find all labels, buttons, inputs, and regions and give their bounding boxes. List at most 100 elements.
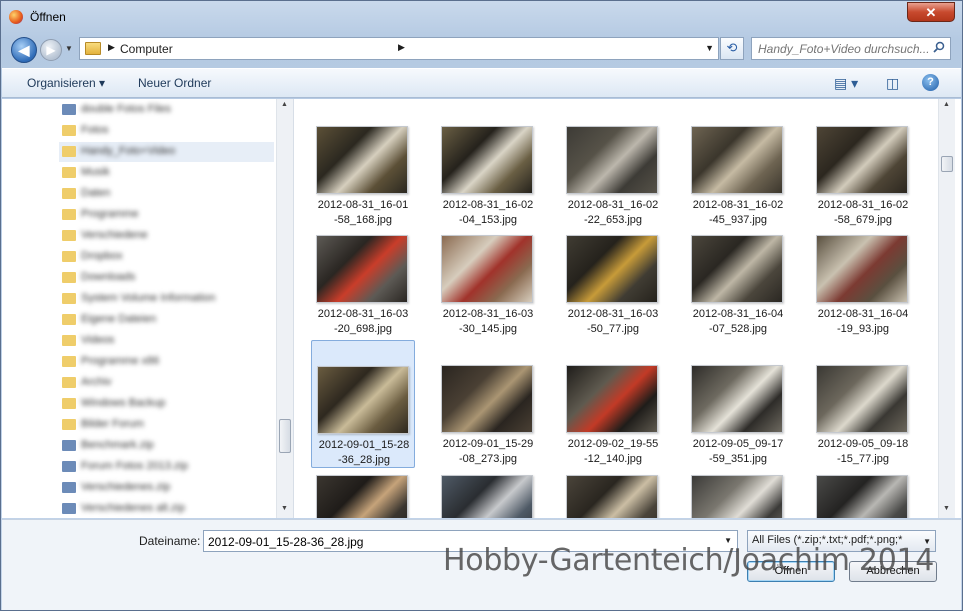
title-bar[interactable]: Öffnen ✕ xyxy=(1,1,962,33)
navigation-bar: ◀ ▶ ▼ ▶ Computer ▶ ▼ ⟲ xyxy=(1,35,962,65)
photo-thumbnail xyxy=(566,235,658,303)
sidebar-item-label: Benchmark.zip xyxy=(81,439,154,451)
sidebar-item-label: Eigene Dateien xyxy=(81,313,157,325)
file-tile[interactable]: 2012-09-05_09-18 -15_77.jpg xyxy=(811,340,915,468)
scroll-up-icon[interactable]: ▲ xyxy=(943,101,950,108)
file-tile[interactable]: 2012-08-31_16-03 -20_698.jpg xyxy=(311,210,415,338)
file-list-scrollbar[interactable]: ▲ ▼ xyxy=(938,99,955,518)
sidebar-item[interactable]: Eigene Dateien xyxy=(59,310,274,330)
photo-thumbnail xyxy=(441,235,533,303)
sidebar-item-label: Downloads xyxy=(81,271,136,283)
sidebar-item[interactable]: Archiv xyxy=(59,373,274,393)
folder-icon xyxy=(62,230,76,241)
sidebar-item[interactable]: Forum Fotos 2013.zip xyxy=(59,457,274,477)
file-tile[interactable]: 2012-08-31_16-04 -07_528.jpg xyxy=(686,210,790,338)
sidebar-item[interactable]: Musik xyxy=(59,163,274,183)
scroll-down-icon[interactable]: ▼ xyxy=(943,505,950,512)
file-tile[interactable] xyxy=(311,450,415,518)
folder-icon xyxy=(62,293,76,304)
file-tile[interactable] xyxy=(811,450,915,518)
sidebar-item[interactable]: Dropbox xyxy=(59,247,274,267)
sidebar-item[interactable]: Programme xyxy=(59,205,274,225)
file-tile[interactable]: 2012-08-31_16-03 -30_145.jpg xyxy=(436,210,540,338)
sidebar-item-label: Daten xyxy=(81,187,111,199)
scrollbar-thumb[interactable] xyxy=(279,419,291,453)
sidebar-item[interactable]: Handy_Foto+Video xyxy=(59,142,274,162)
search-box[interactable] xyxy=(751,37,951,60)
sidebar-item[interactable]: Windows Backup xyxy=(59,394,274,414)
forward-arrow-icon[interactable]: ▶ xyxy=(40,39,62,61)
new-folder-button[interactable]: Neuer Ordner xyxy=(138,76,211,90)
search-input[interactable] xyxy=(758,41,930,56)
sidebar-item[interactable]: System Volume Information xyxy=(59,289,274,309)
folder-icon xyxy=(85,42,101,55)
folder-icon xyxy=(62,419,76,430)
file-tile[interactable]: 2012-09-01_15-28 -36_28.jpg xyxy=(311,340,415,468)
sidebar-item[interactable]: double Fotos Files xyxy=(59,100,274,120)
address-bar[interactable]: ▶ Computer ▶ ▼ xyxy=(79,37,719,60)
sidebar-item-label: Fotos xyxy=(81,124,109,136)
folder-icon xyxy=(62,314,76,325)
photo-thumbnail xyxy=(441,365,533,433)
preview-pane-icon[interactable]: ◫ xyxy=(886,75,899,92)
file-tile[interactable]: 2012-09-02_19-55 -12_140.jpg xyxy=(561,340,665,468)
photo-thumbnail xyxy=(316,475,408,518)
sidebar-item[interactable]: Bilder Forum xyxy=(59,415,274,435)
folder-icon xyxy=(62,209,76,220)
sidebar-item[interactable]: Downloads xyxy=(59,268,274,288)
folder-icon xyxy=(62,356,76,367)
sidebar-item[interactable]: Verschiedenes alt.zip xyxy=(59,499,274,519)
file-icon xyxy=(62,104,76,115)
file-tile[interactable] xyxy=(561,450,665,518)
close-button[interactable]: ✕ xyxy=(907,2,955,22)
sidebar-item[interactable]: Programme x86 xyxy=(59,352,274,372)
photo-thumbnail xyxy=(691,235,783,303)
sidebar-item[interactable]: Videos xyxy=(59,331,274,351)
open-file-dialog: Öffnen ✕ ◀ ▶ ▼ ▶ Computer ▶ ▼ ⟲ Organisi… xyxy=(0,0,963,611)
file-tile[interactable]: 2012-08-31_16-04 -19_93.jpg xyxy=(811,210,915,338)
file-tile[interactable]: 2012-08-31_16-03 -50_77.jpg xyxy=(561,210,665,338)
sidebar-item-label: Programme x86 xyxy=(81,355,160,367)
file-name-label: 2012-08-31_16-03 -50_77.jpg xyxy=(567,308,659,335)
breadcrumb-computer[interactable]: Computer xyxy=(120,42,173,56)
file-tile[interactable]: 2012-09-01_15-29 -08_273.jpg xyxy=(436,340,540,468)
folder-icon xyxy=(62,377,76,388)
photo-thumbnail xyxy=(441,126,533,194)
file-icon xyxy=(62,482,76,493)
folder-icon xyxy=(62,146,76,157)
sidebar-item[interactable]: Daten xyxy=(59,184,274,204)
file-name-label: 2012-08-31_16-04 -07_528.jpg xyxy=(692,308,784,335)
address-dropdown-icon[interactable]: ▼ xyxy=(705,43,714,53)
back-arrow-icon[interactable]: ◀ xyxy=(11,37,37,63)
breadcrumb-separator-icon[interactable]: ▶ xyxy=(398,42,405,53)
photo-thumbnail xyxy=(566,365,658,433)
navigation-pane-scrollbar[interactable]: ▲ ▼ xyxy=(276,99,293,518)
file-name-label: 2012-08-31_16-03 -30_145.jpg xyxy=(442,308,534,335)
folder-icon xyxy=(62,398,76,409)
folder-icon xyxy=(62,167,76,178)
scrollbar-thumb[interactable] xyxy=(941,156,953,172)
photo-thumbnail xyxy=(316,126,408,194)
organize-button[interactable]: Organisieren ▾ xyxy=(27,76,105,90)
breadcrumb-separator-icon[interactable]: ▶ xyxy=(108,42,115,53)
sidebar-item-label: System Volume Information xyxy=(81,292,216,304)
scroll-up-icon[interactable]: ▲ xyxy=(281,101,288,108)
help-icon[interactable]: ? xyxy=(922,74,939,91)
sidebar-item[interactable]: Verschiedenes.zip xyxy=(59,478,274,498)
firefox-icon xyxy=(9,10,23,24)
scroll-down-icon[interactable]: ▼ xyxy=(281,505,288,512)
recent-locations-dropdown-icon[interactable]: ▼ xyxy=(65,44,73,53)
view-options-icon[interactable]: ▤ ▾ xyxy=(834,75,858,92)
sidebar-item[interactable]: Benchmark.zip xyxy=(59,436,274,456)
sidebar-item-label: Verschiedenes alt.zip xyxy=(81,502,185,514)
refresh-button[interactable]: ⟲ xyxy=(720,37,744,60)
sidebar-item[interactable]: Verschiedene xyxy=(59,226,274,246)
file-tile[interactable] xyxy=(686,450,790,518)
sidebar-item[interactable]: Fotos xyxy=(59,121,274,141)
watermark-text: Hobby-Gartenteich/Joachim 2014 xyxy=(443,543,935,578)
search-icon[interactable] xyxy=(933,41,945,53)
file-tile[interactable] xyxy=(436,450,540,518)
file-icon xyxy=(62,503,76,514)
command-toolbar: Organisieren ▾ Neuer Ordner ▤ ▾ ◫ ? xyxy=(2,68,961,98)
file-tile[interactable]: 2012-09-05_09-17 -59_351.jpg xyxy=(686,340,790,468)
